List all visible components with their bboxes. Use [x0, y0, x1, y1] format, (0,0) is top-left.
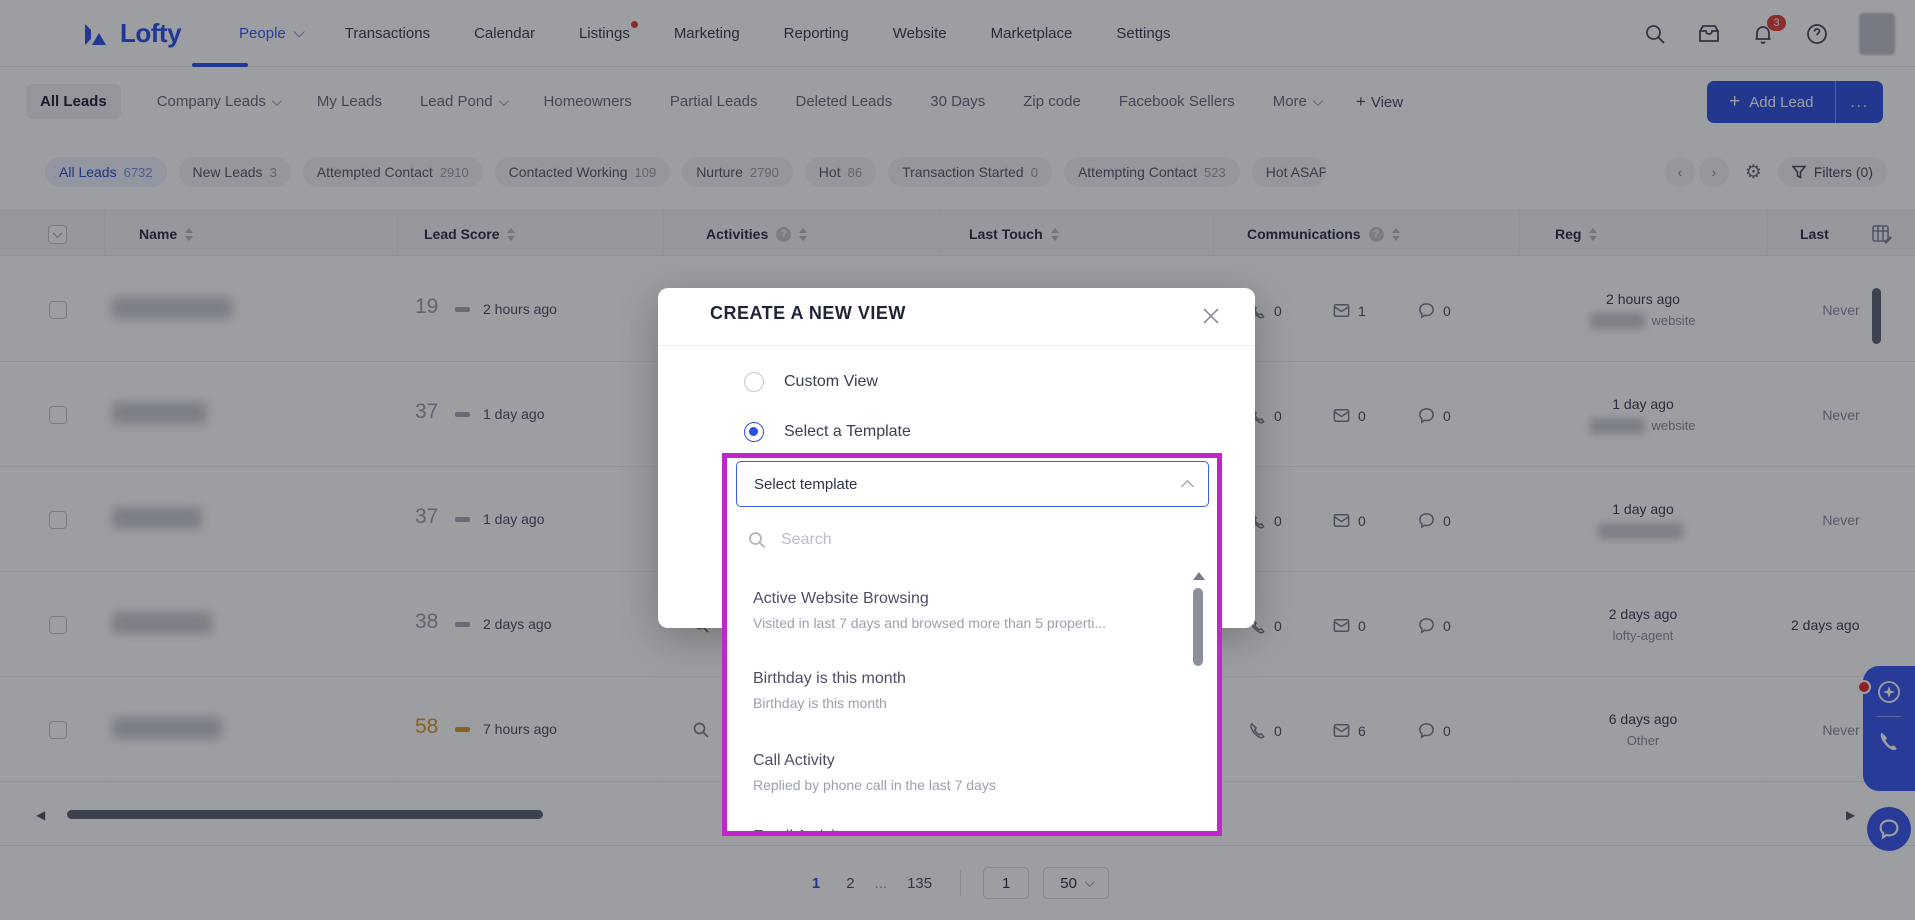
dropdown-scrollbar[interactable] — [1193, 588, 1203, 666]
chevron-up-icon — [1181, 480, 1194, 493]
search-icon — [747, 530, 767, 550]
radio-selected-icon[interactable] — [744, 422, 764, 442]
radio-unselected-icon[interactable] — [744, 372, 764, 392]
template-option-active-website-browsing[interactable]: Active Website Browsing Visited in last … — [753, 590, 1153, 631]
template-search-input[interactable] — [781, 531, 1121, 549]
template-search[interactable] — [747, 522, 1177, 558]
close-icon[interactable] — [1199, 304, 1223, 328]
dropdown-scroll-up-icon[interactable] — [1193, 572, 1205, 580]
modal-title: CREATE A NEW VIEW — [710, 303, 906, 324]
template-options-list: Active Website Browsing Visited in last … — [727, 510, 1217, 836]
custom-view-option[interactable]: Custom View — [744, 372, 878, 392]
lofty-crm-app: Lofty People Transactions Calendar Listi… — [0, 0, 1915, 920]
template-option-call-activity[interactable]: Call Activity Replied by phone call in t… — [753, 752, 1153, 793]
template-option-birthday[interactable]: Birthday is this month Birthday is this … — [753, 670, 1153, 711]
template-select[interactable]: Select template — [736, 461, 1209, 507]
select-template-option[interactable]: Select a Template — [744, 422, 911, 442]
template-dropdown-annotated: Select template Active Website Browsing … — [722, 453, 1222, 836]
template-option-email-activity[interactable]: Email Activity — [753, 828, 1153, 836]
modal-header-divider — [658, 345, 1255, 346]
